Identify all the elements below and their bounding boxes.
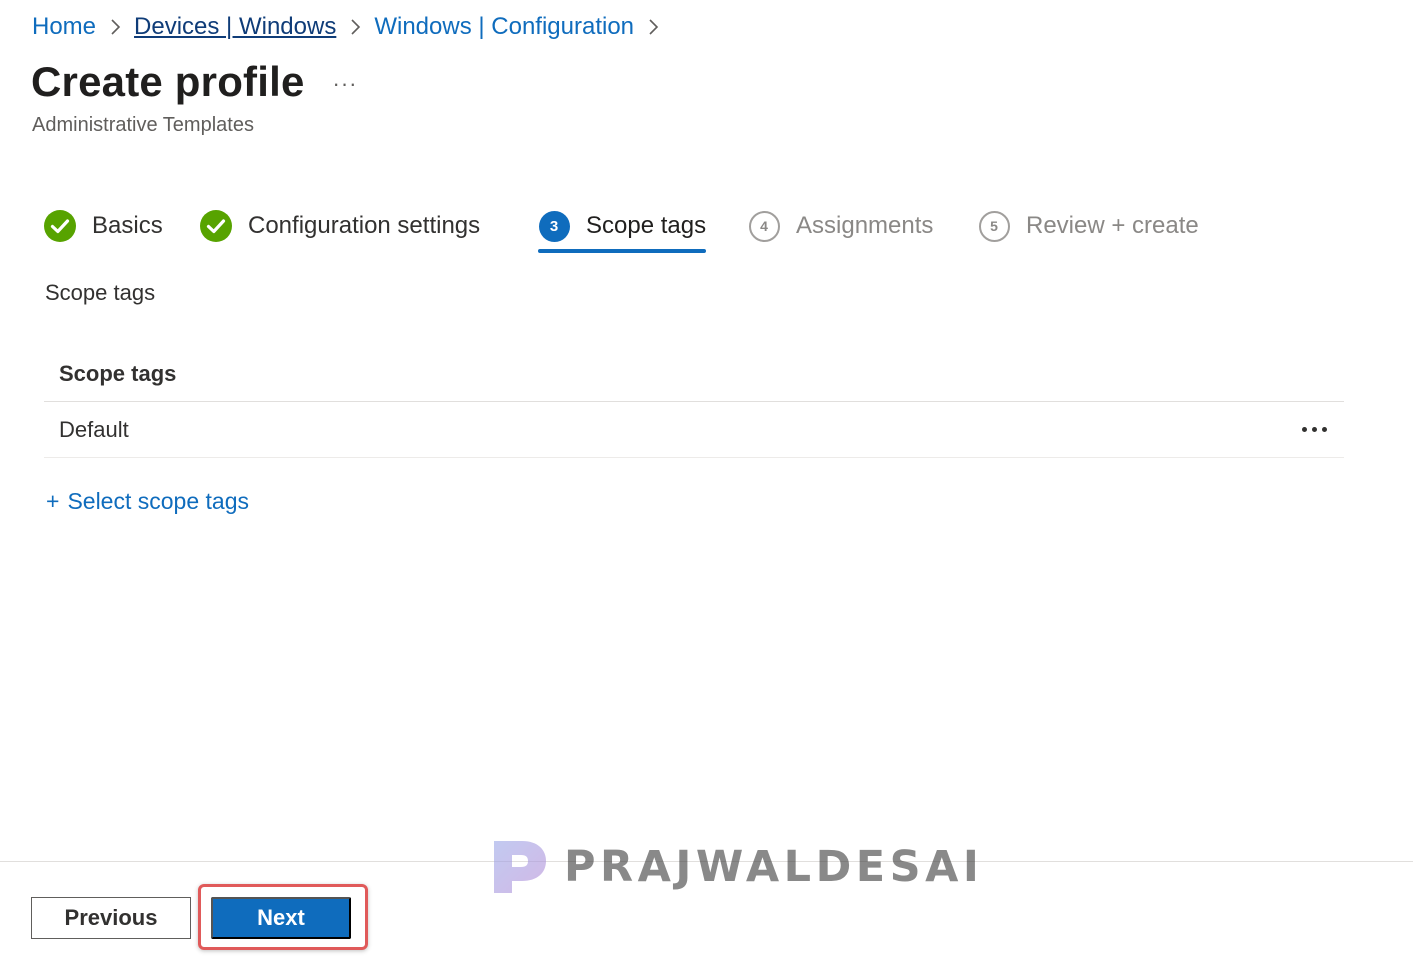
step-number: 3	[538, 210, 570, 242]
section-label: Scope tags	[45, 280, 156, 305]
table-cell: Default	[59, 416, 129, 442]
watermark-text: PRAJWALDESAI	[564, 842, 984, 892]
step-label: Configuration settings	[248, 212, 481, 239]
breadcrumb-devices-windows[interactable]: Devices | Windows	[134, 13, 336, 41]
watermark-logo-icon	[494, 841, 546, 893]
checkmark-circle-icon	[200, 210, 232, 242]
table-header: Scope tags	[44, 346, 1344, 402]
chevron-right-icon	[634, 12, 672, 42]
step-configuration-settings[interactable]: Configuration settings	[200, 198, 480, 254]
plus-icon: +	[46, 488, 60, 514]
more-horizontal-icon[interactable]	[1294, 415, 1334, 445]
active-step-indicator	[538, 249, 706, 253]
table-row: Default	[44, 402, 1344, 458]
step-basics[interactable]: Basics	[44, 198, 163, 254]
step-label: Scope tags	[586, 212, 707, 239]
previous-button[interactable]: Previous	[31, 897, 191, 939]
step-number: 5	[978, 210, 1010, 242]
select-scope-tags-link[interactable]: + Select scope tags	[46, 488, 249, 515]
page-title: Create profile	[31, 58, 305, 105]
step-number-icon: 4	[748, 210, 780, 242]
step-number-icon: 3	[538, 210, 570, 242]
page-subtitle: Administrative Templates	[32, 114, 254, 136]
breadcrumb: Home Devices | Windows Windows | Configu…	[32, 10, 672, 44]
next-button[interactable]: Next	[211, 897, 351, 939]
more-options-icon[interactable]: ···	[330, 71, 360, 96]
step-number: 4	[748, 210, 780, 242]
watermark: PRAJWALDESAI	[490, 836, 983, 898]
step-label: Assignments	[796, 212, 934, 239]
step-review-create[interactable]: 5 Review + create	[978, 198, 1199, 254]
checkmark-circle-icon	[44, 210, 76, 242]
step-scope-tags[interactable]: 3 Scope tags	[538, 198, 706, 254]
step-assignments[interactable]: 4 Assignments	[748, 198, 933, 254]
chevron-right-icon	[96, 12, 134, 42]
step-label: Basics	[92, 212, 163, 239]
chevron-right-icon	[336, 12, 374, 42]
link-label: Select scope tags	[67, 488, 249, 514]
step-label: Review + create	[1026, 212, 1199, 239]
scope-tags-table: Scope tags Default	[44, 346, 1344, 458]
breadcrumb-home[interactable]: Home	[32, 13, 96, 41]
breadcrumb-windows-configuration[interactable]: Windows | Configuration	[374, 13, 634, 41]
step-number-icon: 5	[978, 210, 1010, 242]
